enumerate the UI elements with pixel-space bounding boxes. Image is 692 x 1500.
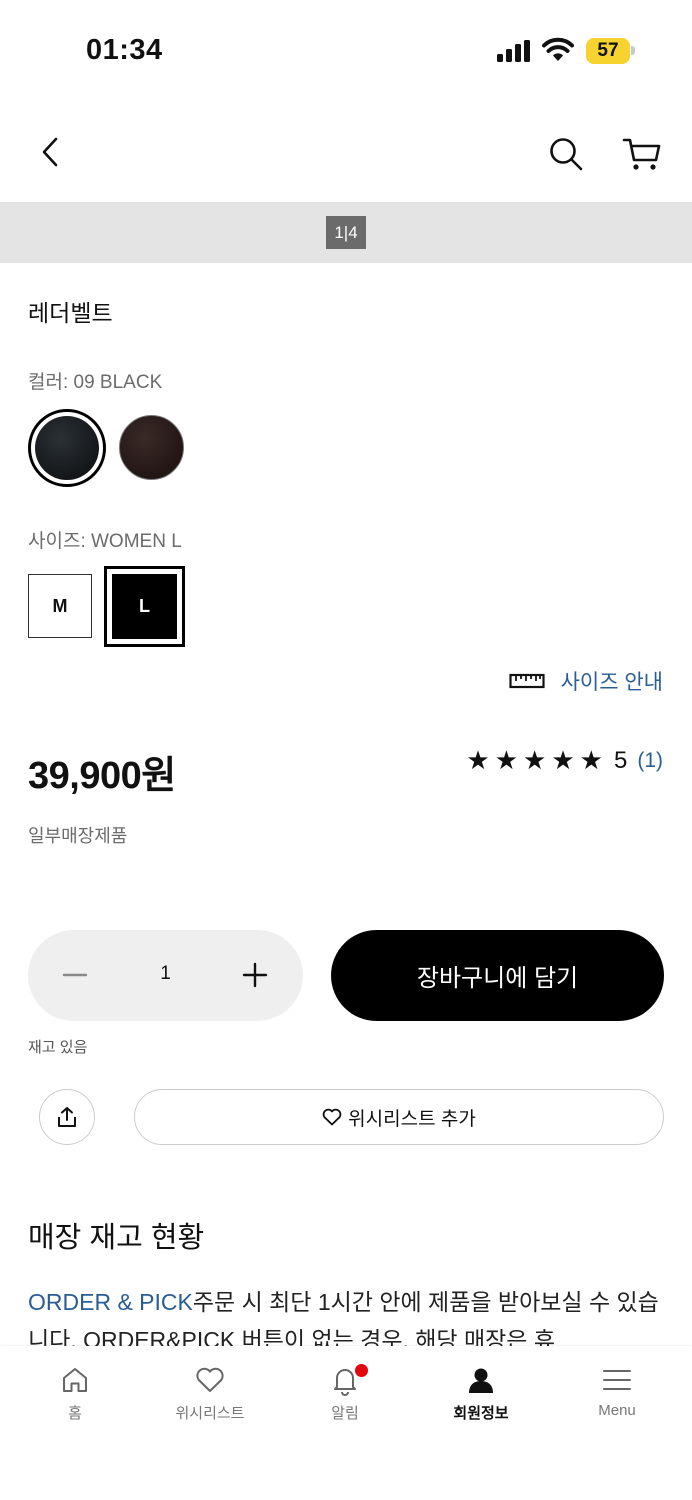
- stock-status: 재고 있음: [28, 1039, 88, 1056]
- gallery-page-indicator: 1|4: [326, 216, 366, 249]
- share-button[interactable]: [39, 1089, 95, 1145]
- heart-icon: [196, 1367, 224, 1392]
- status-time: 01:34: [86, 34, 163, 66]
- store-stock-heading: 매장 재고 현황: [28, 1222, 205, 1254]
- add-to-wishlist-button[interactable]: 위시리스트 추가: [134, 1089, 664, 1145]
- quantity-stepper: 1: [28, 930, 303, 1021]
- tab-member-info-label: 회원정보: [453, 1405, 509, 1422]
- status-bar: 01:34 57: [0, 0, 692, 100]
- search-button[interactable]: [544, 132, 588, 176]
- color-swatch-brown[interactable]: [119, 415, 184, 480]
- tab-home[interactable]: 홈: [15, 1364, 135, 1434]
- cart-icon: [622, 138, 661, 170]
- heart-outline-icon: [322, 1108, 342, 1126]
- product-image-gallery[interactable]: 1|4: [0, 202, 692, 263]
- ruler-icon: [508, 673, 545, 689]
- product-rating: ★★★★★ 5 (1): [466, 745, 663, 776]
- tab-notifications[interactable]: 알림: [285, 1364, 405, 1434]
- wishlist-label: 위시리스트 추가: [348, 1108, 476, 1130]
- tab-wishlist-label: 위시리스트: [175, 1405, 245, 1422]
- tab-member-info[interactable]: 회원정보: [421, 1364, 541, 1434]
- bottom-tab-bar: 홈 위시리스트 알림 회원정보 Menu: [0, 1346, 692, 1500]
- battery-indicator: 57: [586, 38, 630, 64]
- availability-note: 일부매장제품: [28, 826, 128, 846]
- tab-menu[interactable]: Menu: [557, 1364, 677, 1434]
- notification-badge: [355, 1364, 368, 1377]
- rating-stars: ★★★★★: [466, 745, 608, 775]
- color-label: 컬러: 09 BLACK: [28, 372, 163, 393]
- menu-icon: [603, 1370, 631, 1390]
- rating-score: 5: [613, 746, 628, 774]
- nav-bar: [0, 100, 692, 202]
- review-count-link[interactable]: (1): [637, 749, 663, 773]
- back-button[interactable]: [30, 130, 70, 174]
- size-guide-label: 사이즈 안내: [560, 671, 663, 694]
- size-guide-link[interactable]: 사이즈 안내: [508, 666, 663, 696]
- cellular-signal-icon: [497, 40, 530, 62]
- size-option-l[interactable]: L: [104, 566, 185, 647]
- size-option-m[interactable]: M: [28, 574, 92, 638]
- size-label: 사이즈: WOMEN L: [28, 531, 182, 552]
- chevron-left-icon: [42, 137, 58, 167]
- product-price: 39,900원: [28, 755, 176, 797]
- home-icon: [63, 1368, 87, 1392]
- product-name: 레더벨트: [28, 300, 113, 326]
- size-option-l-label: L: [112, 574, 177, 639]
- cart-button[interactable]: [620, 132, 664, 176]
- add-to-cart-button[interactable]: 장바구니에 담기: [331, 930, 664, 1021]
- tab-menu-label: Menu: [598, 1402, 636, 1419]
- tab-wishlist[interactable]: 위시리스트: [150, 1364, 270, 1434]
- share-icon: [58, 1107, 76, 1127]
- order-pick-link[interactable]: ORDER & PICK: [28, 1289, 193, 1315]
- tab-notifications-label: 알림: [331, 1405, 359, 1422]
- quantity-increase-button[interactable]: [240, 960, 270, 990]
- search-icon: [550, 138, 583, 171]
- tab-home-label: 홈: [68, 1405, 82, 1422]
- color-swatch-black[interactable]: [28, 409, 106, 487]
- battery-tip: [631, 46, 635, 55]
- person-icon: [469, 1368, 493, 1393]
- wifi-icon: [542, 37, 574, 61]
- gallery-page-total: 4: [348, 223, 358, 242]
- gallery-page-current: 1: [334, 223, 344, 242]
- plus-icon: [242, 962, 268, 988]
- color-swatch-black-fill: [35, 416, 99, 480]
